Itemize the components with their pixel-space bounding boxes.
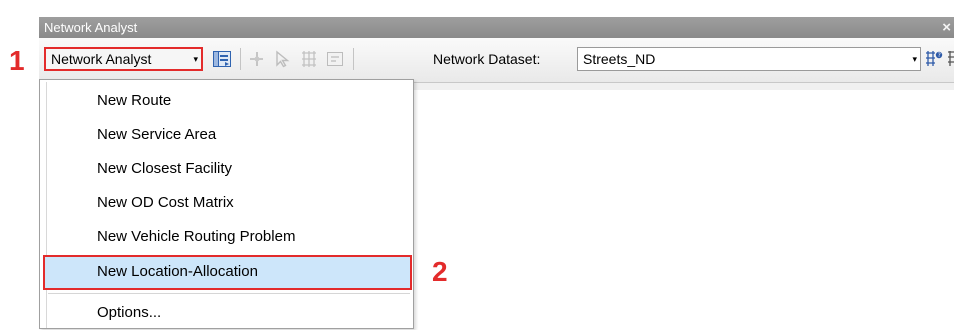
network-dataset-value: Streets_ND <box>583 51 656 67</box>
network-analyst-menu-button[interactable]: Network Analyst ▾ <box>44 47 203 71</box>
menu-item-options[interactable]: Options... <box>97 296 161 330</box>
menu-item-new-route[interactable]: New Route <box>97 84 171 118</box>
svg-text:?: ? <box>938 52 941 59</box>
toolbar-separator <box>240 48 241 70</box>
menu-separator <box>48 293 410 294</box>
network-identify-icon[interactable]: ? <box>924 49 944 69</box>
menu-item-new-location-allocation[interactable]: New Location-Allocation <box>97 255 258 289</box>
network-analyst-dropdown-menu: New Route New Service Area New Closest F… <box>39 79 414 329</box>
network-analyst-button-label: Network Analyst <box>51 51 152 67</box>
build-network-icon[interactable] <box>299 49 319 69</box>
menu-item-new-closest-facility[interactable]: New Closest Facility <box>97 152 232 186</box>
annotation-step-2: 2 <box>432 256 448 287</box>
directions-icon[interactable] <box>946 49 954 69</box>
menu-item-new-service-area[interactable]: New Service Area <box>97 118 216 152</box>
solve-icon[interactable] <box>325 49 345 69</box>
select-move-location-icon[interactable] <box>273 49 293 69</box>
create-network-location-icon[interactable] <box>247 49 267 69</box>
network-dataset-label: Network Dataset: <box>433 51 541 67</box>
toolbar-separator <box>353 48 354 70</box>
close-icon[interactable]: × <box>942 17 951 38</box>
toolbar-titlebar[interactable]: Network Analyst × <box>39 17 954 38</box>
toolbar-title: Network Analyst <box>44 20 138 35</box>
chevron-down-icon: ▾ <box>193 54 198 64</box>
network-dataset-select[interactable]: Streets_ND ▾ <box>577 47 921 71</box>
network-analyst-window-icon[interactable] <box>212 49 232 69</box>
menu-item-new-od-cost-matrix[interactable]: New OD Cost Matrix <box>97 186 234 220</box>
chevron-down-icon[interactable]: ▾ <box>912 48 917 70</box>
annotation-step-1: 1 <box>9 45 25 76</box>
menu-gutter <box>42 82 47 328</box>
toolbar: Network Analyst ▾ Network Dataset: Stree… <box>39 38 954 83</box>
menu-item-new-vehicle-routing-problem[interactable]: New Vehicle Routing Problem <box>97 220 295 254</box>
